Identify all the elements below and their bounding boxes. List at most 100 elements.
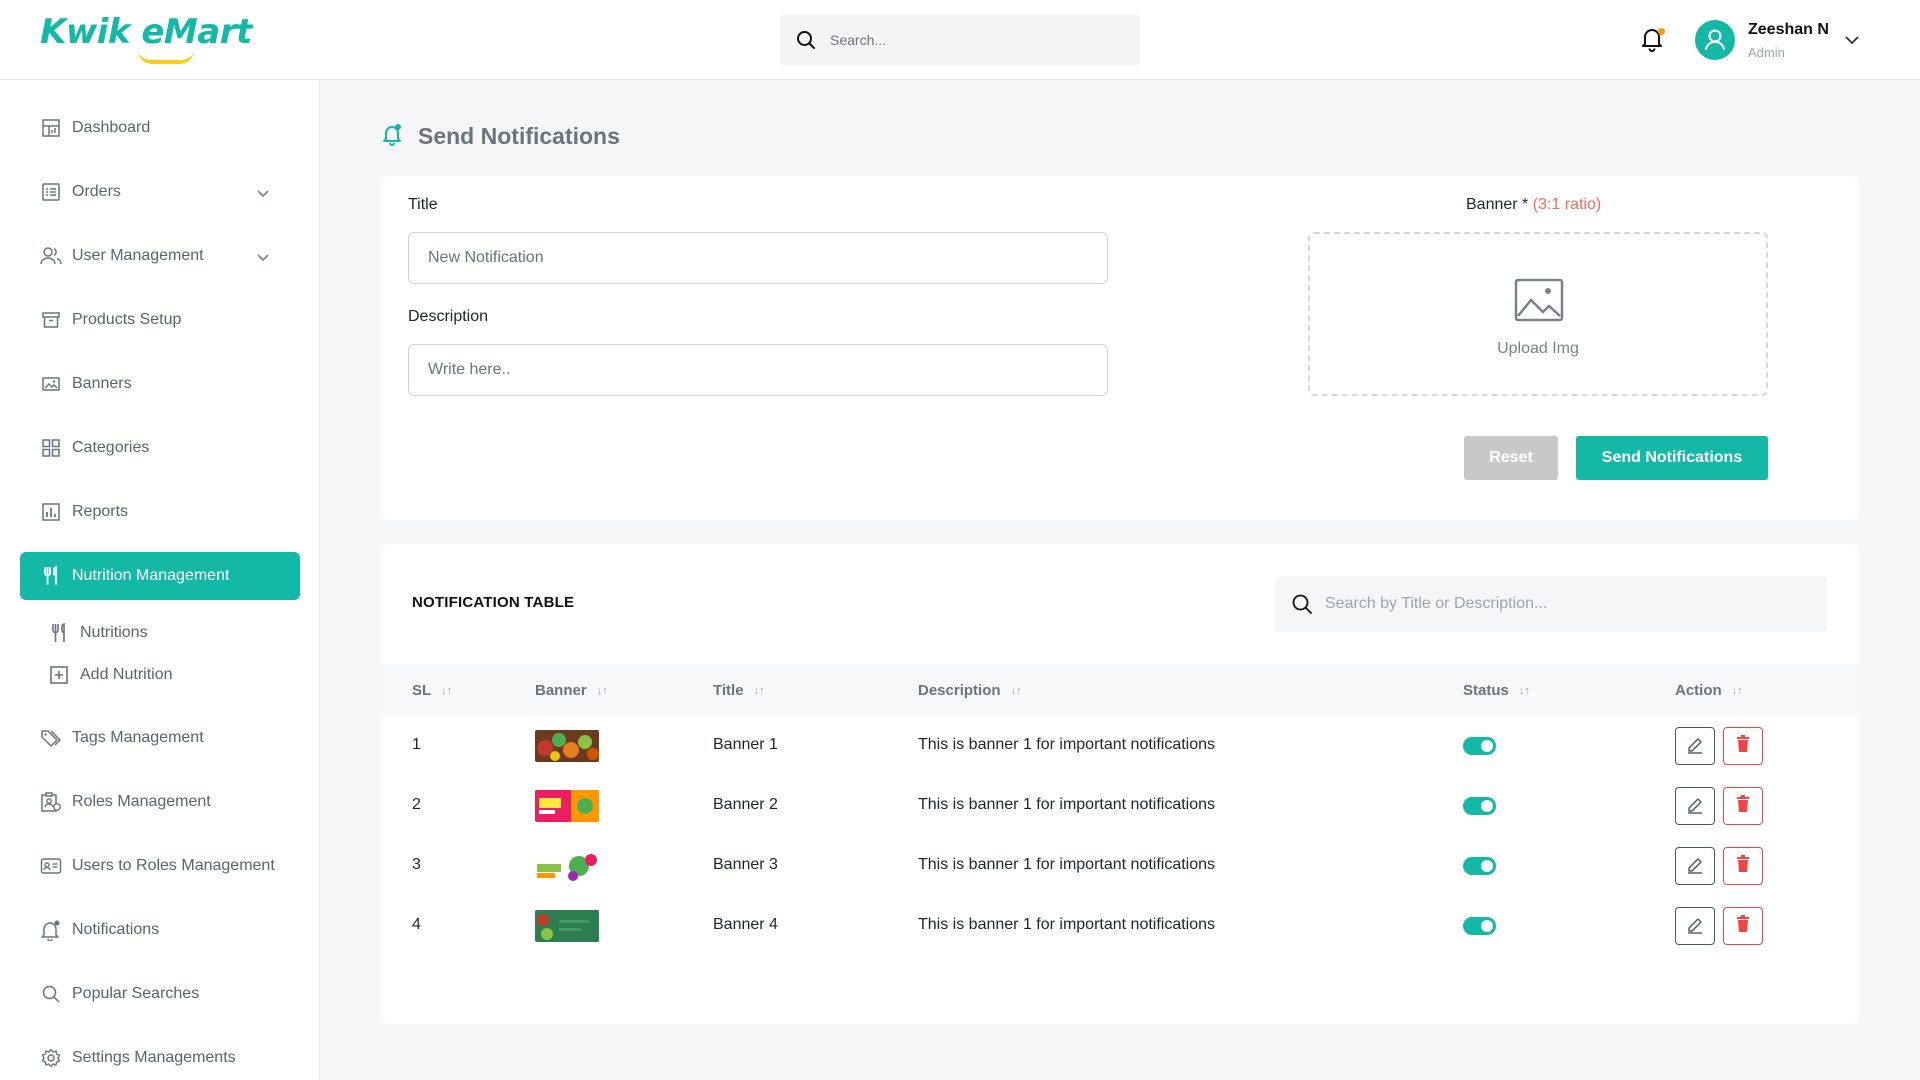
- sidebar-subitem-label: Nutritions: [80, 624, 148, 641]
- status-toggle[interactable]: [1463, 737, 1496, 755]
- sidebar-item-nutrition-management[interactable]: Nutrition Management: [20, 552, 300, 600]
- pencil-icon: [1685, 854, 1705, 879]
- table-row: 2 Banner 2 This is banner 1 for importan…: [380, 776, 1860, 836]
- users-icon: [40, 245, 62, 267]
- sidebar-item-banners[interactable]: Banners: [20, 360, 300, 408]
- status-toggle[interactable]: [1463, 857, 1496, 875]
- title-input[interactable]: [408, 232, 1108, 284]
- reset-button[interactable]: Reset: [1464, 436, 1558, 480]
- table-search-input[interactable]: [1325, 576, 1805, 632]
- edit-button[interactable]: [1675, 727, 1715, 765]
- description-input[interactable]: [408, 344, 1108, 396]
- send-notifications-button[interactable]: Send Notifications: [1576, 436, 1768, 480]
- banner-upload-dropzone[interactable]: Upload Img: [1308, 232, 1768, 396]
- avatar[interactable]: [1695, 20, 1735, 60]
- cell-title: Banner 2: [713, 796, 778, 813]
- sidebar-item-users-to-roles[interactable]: Users to Roles Management: [20, 842, 300, 890]
- cell-sl: 2: [412, 796, 421, 813]
- banner-label-text: Banner *: [1466, 196, 1529, 213]
- pencil-icon: [1685, 734, 1705, 759]
- status-toggle[interactable]: [1463, 797, 1496, 815]
- sidebar-item-popular-searches[interactable]: Popular Searches: [20, 970, 300, 1018]
- sidebar-item-label: Tags Management: [72, 729, 204, 746]
- sidebar-item-label: Settings Managements: [72, 1049, 236, 1066]
- trash-icon: [1735, 854, 1751, 878]
- logo-smile-mark: [138, 50, 194, 64]
- sidebar-item-roles-management[interactable]: Roles Management: [20, 778, 300, 826]
- table-title: NOTIFICATION TABLE: [412, 594, 575, 611]
- edit-button[interactable]: [1675, 907, 1715, 945]
- notification-table-card: NOTIFICATION TABLE SL ↓↑ Banner ↓↑ Title ↓↑…: [380, 544, 1860, 1024]
- cell-description: This is banner 1 for important notificat…: [918, 736, 1216, 753]
- sidebar-subitem-add-nutrition[interactable]: Add Nutrition: [48, 660, 173, 690]
- status-toggle[interactable]: [1463, 917, 1496, 935]
- sidebar-item-user-management[interactable]: User Management: [20, 232, 300, 280]
- title-label: Title: [408, 196, 438, 213]
- sidebar-item-tags-management[interactable]: Tags Management: [20, 714, 300, 762]
- sidebar-subitem-nutritions[interactable]: Nutritions: [48, 618, 148, 648]
- user-role: Admin: [1748, 45, 1785, 60]
- description-label: Description: [408, 308, 489, 325]
- column-header-sl[interactable]: SL ↓↑: [412, 682, 452, 699]
- edit-button[interactable]: [1675, 787, 1715, 825]
- gear-icon: [40, 1047, 62, 1069]
- column-header-banner[interactable]: Banner ↓↑: [535, 682, 608, 699]
- sidebar-item-orders[interactable]: Orders: [20, 168, 300, 216]
- column-header-action[interactable]: Action ↓↑: [1675, 682, 1743, 699]
- column-label: Status: [1463, 682, 1509, 699]
- cell-description: This is banner 1 for important notificat…: [918, 856, 1216, 873]
- pencil-icon: [1685, 794, 1705, 819]
- sidebar-item-label: Nutrition Management: [72, 567, 230, 584]
- banner-thumb-stay-sale: [535, 790, 599, 822]
- image-icon: [40, 373, 62, 395]
- chevron-down-icon[interactable]: [1844, 32, 1860, 50]
- chevron-down-icon[interactable]: [256, 249, 270, 267]
- sidebar-item-settings-managements[interactable]: Settings Managements: [20, 1034, 300, 1080]
- table-row: 4 Banner 4 This is banner 1 for importan…: [380, 896, 1860, 956]
- cell-sl: 1: [412, 736, 421, 753]
- roles-icon: [40, 791, 62, 813]
- column-label: Banner: [535, 682, 587, 699]
- delete-button[interactable]: [1723, 847, 1763, 885]
- sidebar-item-dashboard[interactable]: Dashboard: [20, 104, 300, 152]
- delete-button[interactable]: [1723, 787, 1763, 825]
- column-header-description[interactable]: Description ↓↑: [918, 682, 1022, 699]
- trash-icon: [1735, 794, 1751, 818]
- sidebar-item-categories[interactable]: Categories: [20, 424, 300, 472]
- sidebar-item-products-setup[interactable]: Products Setup: [20, 296, 300, 344]
- global-search: [780, 14, 1140, 66]
- id-card-icon: [40, 855, 62, 877]
- top-bar: Kwik eMart Zeeshan N Admin: [0, 0, 1920, 80]
- column-header-status[interactable]: Status ↓↑: [1463, 682, 1530, 699]
- global-search-input[interactable]: [830, 14, 1120, 66]
- sidebar-item-label: Notifications: [72, 921, 160, 938]
- table-row: 3 Banner 3 This is banner 1 for importan…: [380, 836, 1860, 896]
- chevron-down-icon[interactable]: [256, 185, 270, 203]
- image-placeholder-icon: [1514, 278, 1564, 327]
- table-search: [1275, 576, 1827, 632]
- sidebar-item-label: Orders: [72, 183, 121, 200]
- sidebar-item-reports[interactable]: Reports: [20, 488, 300, 536]
- app-logo[interactable]: Kwik eMart: [40, 12, 252, 52]
- column-header-title[interactable]: Title ↓↑: [713, 682, 765, 699]
- banner-thumb-super-savings: [535, 850, 599, 882]
- sidebar-item-label: Dashboard: [72, 119, 151, 136]
- orders-icon: [40, 181, 62, 203]
- toggle-knob: [1481, 920, 1493, 932]
- sort-icon: ↓↑: [441, 684, 453, 697]
- archive-box-icon: [40, 309, 62, 331]
- delete-button[interactable]: [1723, 907, 1763, 945]
- cell-title: Banner 4: [713, 916, 778, 933]
- bell-icon: [40, 919, 62, 941]
- cell-sl: 4: [412, 916, 421, 933]
- edit-button[interactable]: [1675, 847, 1715, 885]
- fork-knife-icon: [48, 622, 70, 644]
- bell-icon: [382, 122, 404, 151]
- column-label: SL: [412, 682, 432, 699]
- trash-icon: [1735, 734, 1751, 758]
- delete-button[interactable]: [1723, 727, 1763, 765]
- sidebar-item-notifications[interactable]: Notifications: [20, 906, 300, 954]
- cell-sl: 3: [412, 856, 421, 873]
- sort-icon: ↓↑: [1010, 684, 1022, 697]
- search-icon: [40, 983, 62, 1005]
